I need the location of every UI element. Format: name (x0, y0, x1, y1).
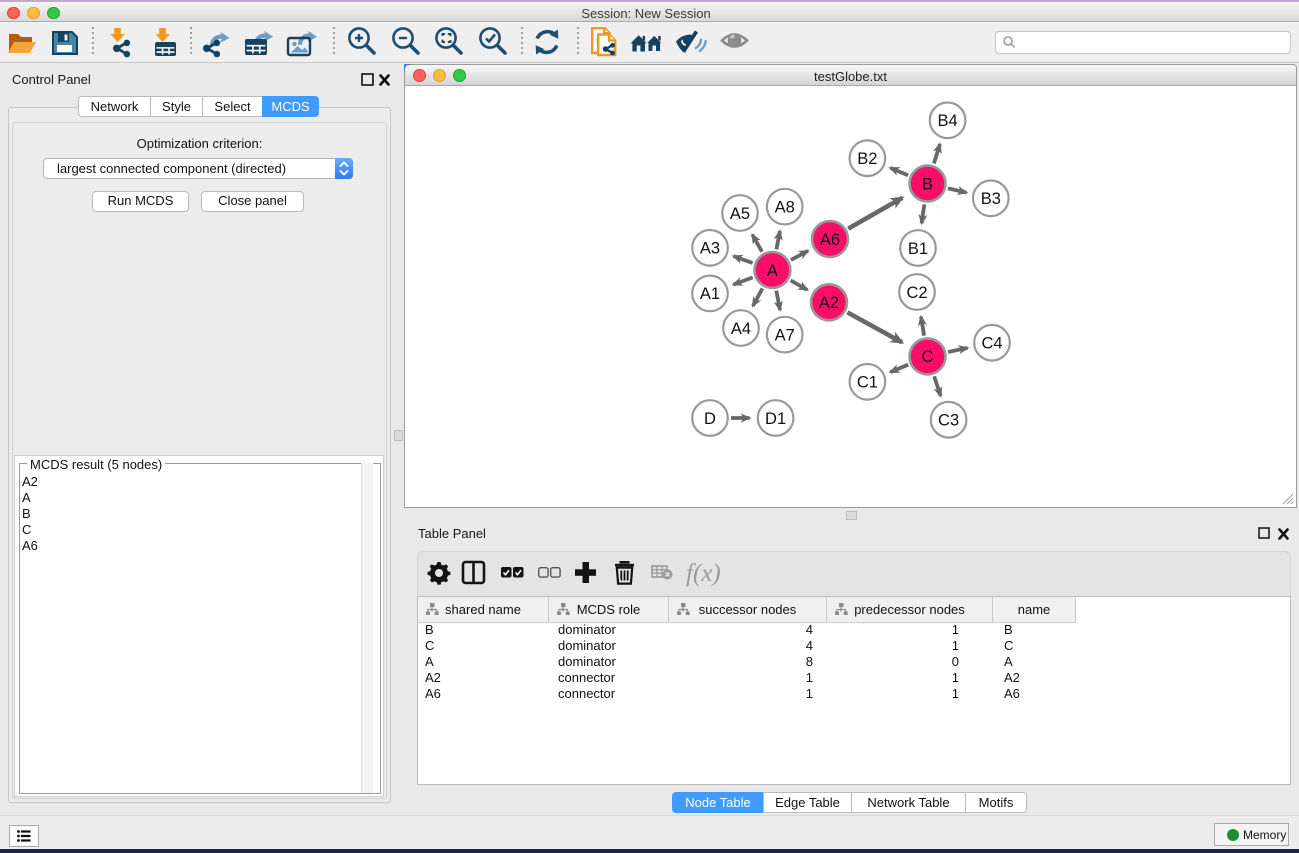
svg-text:D1: D1 (765, 410, 786, 428)
svg-text:C2: C2 (906, 284, 927, 302)
svg-text:B3: B3 (981, 190, 1001, 208)
svg-text:A: A (767, 262, 778, 280)
svg-text:B1: B1 (908, 240, 928, 258)
svg-text:C4: C4 (981, 335, 1002, 353)
svg-text:C3: C3 (938, 412, 959, 430)
svg-text:A7: A7 (775, 326, 795, 344)
svg-text:A2: A2 (819, 294, 839, 312)
svg-text:B: B (922, 175, 933, 193)
svg-text:A4: A4 (731, 320, 751, 338)
svg-text:A6: A6 (820, 231, 840, 249)
svg-text:B4: B4 (938, 112, 958, 130)
svg-text:D: D (704, 410, 716, 428)
svg-text:B2: B2 (857, 150, 877, 168)
svg-text:C1: C1 (857, 374, 878, 392)
svg-text:f(x): f(x) (686, 560, 721, 587)
svg-text:A1: A1 (700, 285, 720, 303)
svg-text:A8: A8 (775, 198, 795, 216)
svg-text:A5: A5 (730, 205, 750, 223)
svg-text:C: C (922, 348, 934, 366)
svg-text:A3: A3 (700, 240, 720, 258)
